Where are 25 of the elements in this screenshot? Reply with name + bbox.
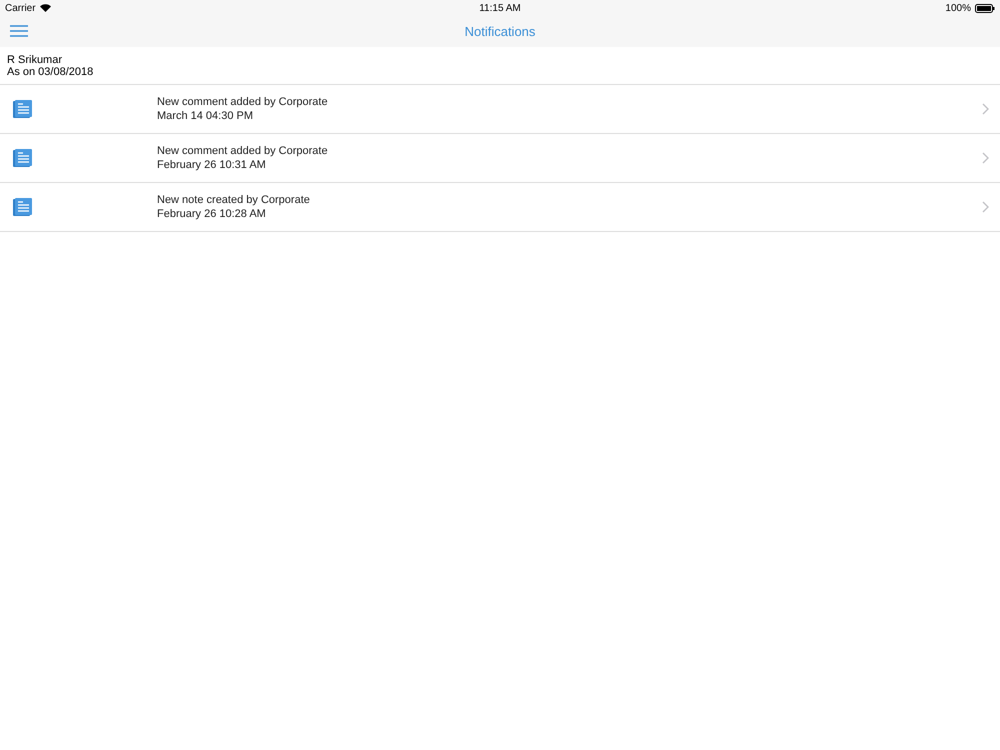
clock-time: 11:15 AM bbox=[479, 2, 521, 14]
document-icon bbox=[13, 100, 32, 118]
notification-title: New comment added by Corporate bbox=[157, 94, 329, 109]
page-title: Notifications bbox=[464, 24, 536, 39]
notification-time: March 14 04:30 PM bbox=[157, 109, 254, 124]
battery-percentage: 100% bbox=[945, 2, 971, 14]
menu-icon bbox=[10, 25, 28, 37]
notification-row[interactable]: New comment added by Corporate March 14 04:30 PM bbox=[0, 85, 1000, 134]
notification-title: New comment added by Corporate bbox=[157, 144, 329, 158]
chevron-icon bbox=[982, 103, 989, 115]
notification-row[interactable]: New note created by Corporate February 26 10:28 AM bbox=[0, 183, 1000, 232]
user-name: R Srikumar bbox=[7, 54, 64, 66]
notification-title: New note created by Corporate bbox=[157, 192, 311, 207]
document-icon bbox=[13, 198, 32, 216]
notification-row[interactable]: New comment added by Corporate February 26 10:31 AM bbox=[0, 134, 1000, 183]
chevron-icon bbox=[982, 201, 989, 213]
battery-icon bbox=[975, 4, 995, 12]
menu-button[interactable] bbox=[10, 25, 28, 37]
chevron-icon bbox=[982, 152, 989, 164]
notification-time: February 26 10:28 AM bbox=[157, 207, 267, 222]
document-icon bbox=[13, 149, 32, 167]
wifi-icon bbox=[40, 4, 51, 12]
as-on-date: As on 03/08/2018 bbox=[7, 66, 94, 78]
notification-time: February 26 10:31 AM bbox=[157, 158, 267, 172]
carrier-label: Carrier bbox=[5, 2, 36, 14]
